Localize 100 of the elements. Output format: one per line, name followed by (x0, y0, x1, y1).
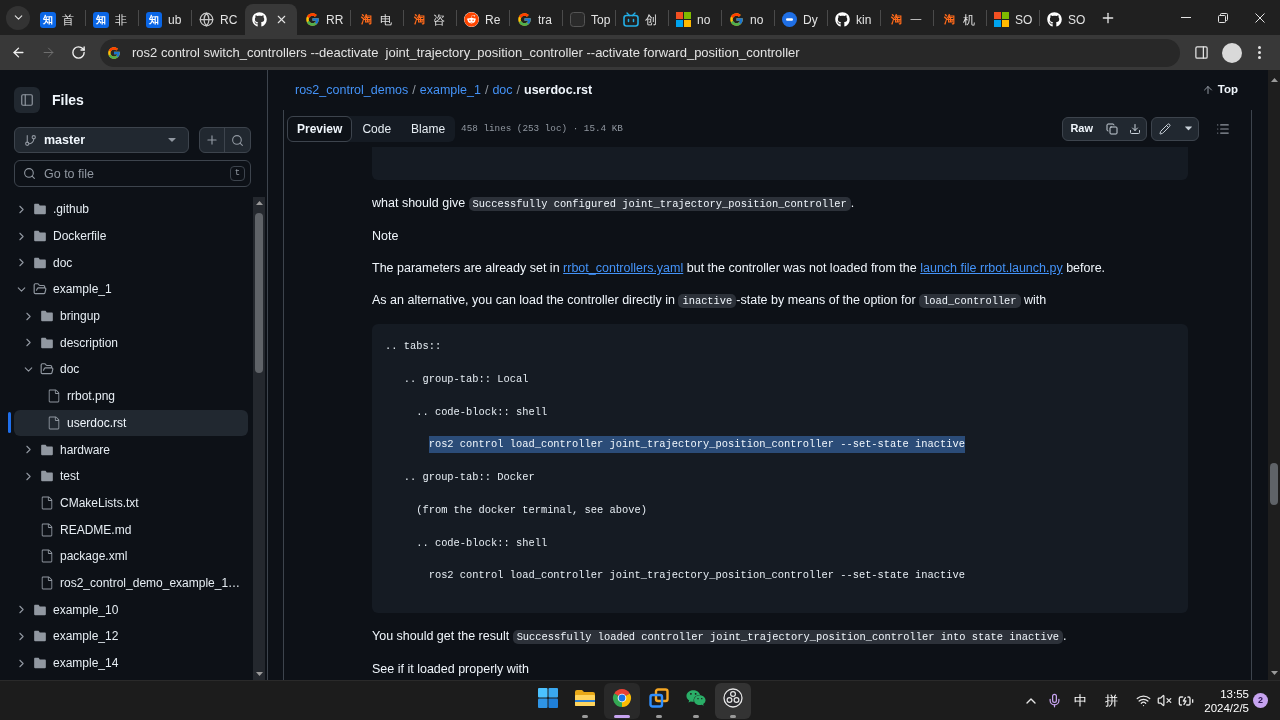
search-icon (231, 133, 244, 147)
browser-tab[interactable]: Dy (775, 4, 827, 35)
scrollbar-thumb[interactable] (1270, 463, 1278, 505)
go-to-file-field[interactable]: Go to file t (14, 160, 251, 187)
file-tree-item[interactable]: example_12 (14, 623, 248, 650)
browser-tab[interactable]: no (669, 4, 721, 35)
browser-tab[interactable]: Top (563, 4, 615, 35)
more-icon (1257, 46, 1261, 59)
link[interactable]: launch file rrbot.launch.py (920, 261, 1063, 275)
view-tab[interactable]: Blame (401, 115, 456, 142)
folder-icon (33, 202, 47, 217)
close-icon[interactable] (275, 13, 288, 26)
file-tree-item[interactable]: doc (14, 249, 248, 276)
browser-tab[interactable]: RR (298, 4, 350, 35)
file-tree-item[interactable]: README.md (14, 516, 248, 543)
branch-icon (24, 133, 37, 147)
file-tree-item[interactable]: rrbot.png (14, 383, 248, 410)
browser-tab[interactable]: no (722, 4, 774, 35)
microphone-icon[interactable] (1047, 693, 1063, 708)
scrollbar[interactable] (1268, 70, 1280, 680)
view-tab[interactable]: Preview (287, 115, 353, 142)
browser-tab[interactable]: 知 首 (33, 4, 85, 35)
input-method-indicator[interactable]: 拼 (1105, 690, 1119, 711)
view-tab[interactable]: Code (352, 115, 402, 142)
tv-icon (623, 12, 639, 27)
scroll-down-arrow-icon (1270, 671, 1278, 675)
file-info: 458 lines (253 loc) · 15.4 KB (461, 121, 623, 136)
browser-tab[interactable]: 知 非 (86, 4, 138, 35)
scrollbar[interactable] (253, 197, 265, 680)
file-tree-item[interactable]: userdoc.rst (14, 409, 248, 436)
folder-icon (40, 442, 54, 457)
breadcrumb-separator: / (412, 81, 416, 99)
favicon-glyph: 淘 (889, 12, 903, 27)
collapse-sidebar-button[interactable] (14, 87, 40, 113)
file-tree-item[interactable]: CMakeLists.txt (14, 489, 248, 516)
browser-tab[interactable]: RC (192, 4, 244, 35)
taskbar-app-button[interactable] (603, 682, 640, 719)
favicon-tile: 知 (93, 11, 109, 28)
notification-badge[interactable]: 2 (1253, 693, 1268, 708)
browser-tab[interactable]: SO (1040, 4, 1092, 35)
code-line: .. code-block:: shell (416, 535, 548, 551)
scrollbar-thumb[interactable] (255, 213, 263, 373)
code-line: .. group-tab:: Local (403, 371, 529, 387)
open-folder-icon (33, 282, 47, 297)
clock-date[interactable]: 2024/2/5 (1204, 700, 1249, 715)
file-tree-item[interactable]: .github (14, 196, 248, 223)
minimize-icon (1180, 17, 1191, 18)
file-tree-item[interactable]: doc (14, 356, 248, 383)
browser-tab[interactable]: tra (510, 4, 562, 35)
wifi-icon[interactable] (1136, 693, 1152, 708)
browser-tab[interactable]: Re (457, 4, 509, 35)
file-tree-item[interactable]: ros2_control_demo_example_1… (14, 569, 248, 596)
file-tree-item[interactable]: Dockerfile (14, 223, 248, 250)
branch-selector[interactable]: master (14, 127, 189, 153)
google-icon (517, 12, 532, 27)
file-tree-item[interactable]: example_14 (14, 650, 248, 677)
breadcrumb-link[interactable]: doc (492, 80, 513, 100)
file-tree-item[interactable]: example_10 (14, 596, 248, 623)
file-tree-item[interactable]: example_1 (14, 276, 248, 303)
browser-tab[interactable]: 淘 一 (881, 4, 933, 35)
code-line: .. group-tab:: Docker (403, 470, 535, 486)
file-tree-item[interactable]: bringup (14, 303, 248, 330)
file-tree-item[interactable]: hardware (14, 436, 248, 463)
browser-tab[interactable]: kin (828, 4, 880, 35)
browser-tab[interactable] (245, 4, 297, 35)
address-bar[interactable]: ros2 control switch_controllers --deactivate joint_trajectory_position_controller --activate forward_position_controller (100, 38, 1180, 67)
paragraph: what should give Successfully configured joint_trajectory_position_controller . (372, 195, 856, 213)
folder-icon (573, 688, 596, 707)
sidebar-title: Files (52, 90, 84, 110)
breadcrumb-link[interactable]: example_1 (419, 80, 481, 100)
top-link[interactable]: Top (1201, 81, 1238, 99)
tab-search-button[interactable] (6, 5, 30, 30)
browser-tab[interactable]: 知 ub (139, 4, 191, 35)
google-icon (729, 12, 744, 27)
browser-tab[interactable]: 淘 电 (351, 4, 403, 35)
browser-tab[interactable]: SO (987, 4, 1039, 35)
google-icon (305, 12, 320, 27)
profile-avatar[interactable] (1222, 42, 1242, 63)
file-icon (47, 389, 61, 404)
taskbar-app-button[interactable] (714, 682, 751, 719)
code-line: .. tabs:: (385, 339, 442, 354)
link[interactable]: rrbot_controllers.yaml (563, 261, 684, 275)
file-tree-item[interactable]: package.xml (14, 543, 248, 570)
browser-tab[interactable]: 淘 机 (934, 4, 986, 35)
side-panel-icon (1193, 45, 1209, 60)
folder-icon (33, 255, 47, 270)
favicon-tile: 知 (146, 11, 162, 28)
file-icon (40, 495, 54, 510)
chat-bubbles-icon (685, 687, 706, 708)
breadcrumb-link[interactable]: ros2_control_demos (295, 80, 409, 100)
input-mode-indicator[interactable]: 中 (1074, 690, 1088, 711)
file-tree-item[interactable]: test (14, 463, 248, 490)
clock-time[interactable]: 13:55 (1220, 686, 1249, 701)
browser-tab[interactable]: 创 (616, 4, 668, 35)
folder-icon (33, 656, 47, 671)
restore-icon (1217, 12, 1228, 23)
go-to-file-input[interactable]: Go to file (44, 163, 230, 184)
file-tree-item[interactable]: description (14, 329, 248, 356)
browser-tab[interactable]: 淘 咨 (404, 4, 456, 35)
volume-muted-icon[interactable] (1157, 693, 1173, 708)
